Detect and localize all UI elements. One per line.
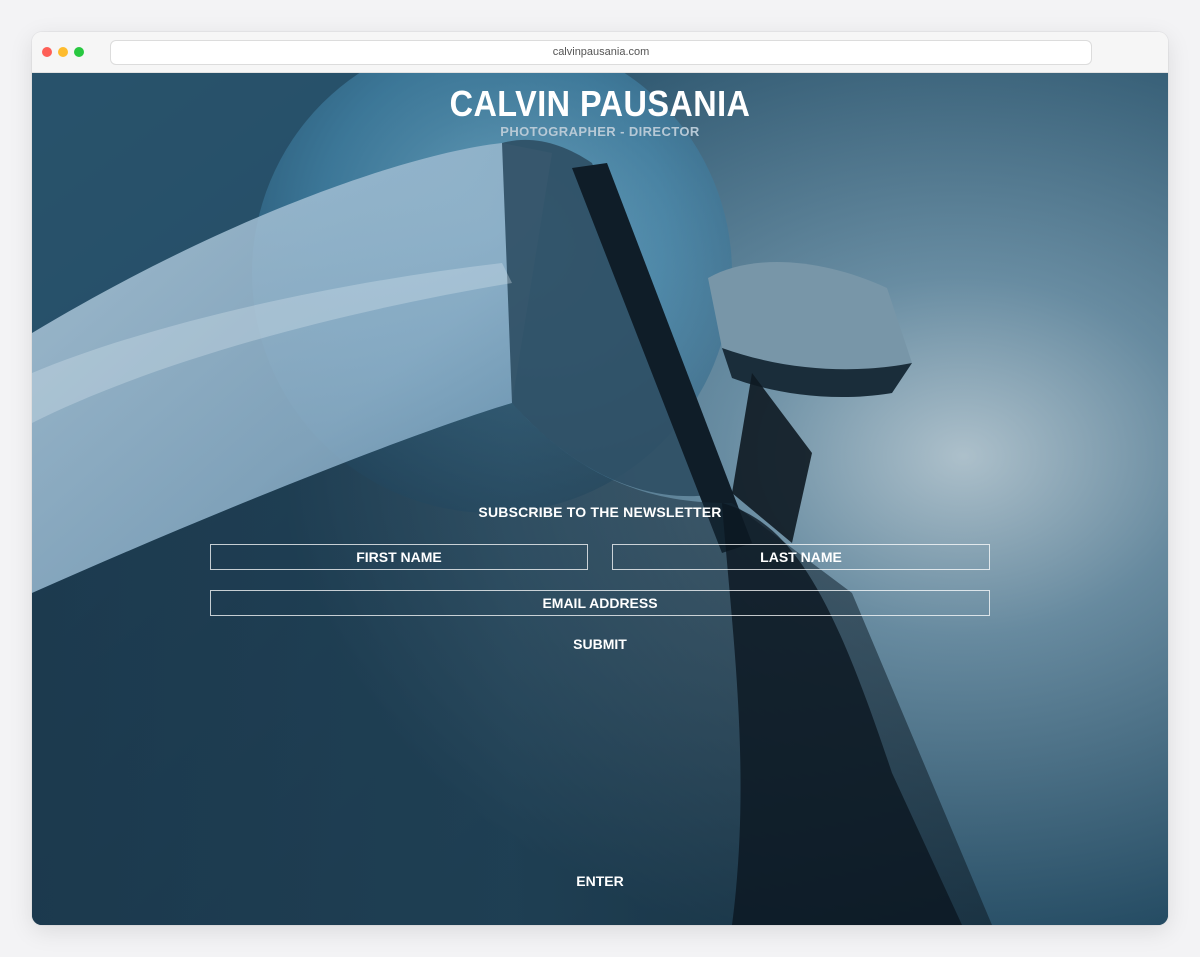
car-background-image	[32, 73, 1168, 925]
newsletter-heading: SUBSCRIBE TO THE NEWSLETTER	[478, 504, 722, 520]
browser-titlebar: calvinpausania.com	[32, 32, 1168, 73]
enter-button[interactable]: ENTER	[550, 870, 650, 892]
email-field[interactable]	[210, 590, 990, 616]
minimize-window-button[interactable]	[58, 47, 68, 57]
last-name-field[interactable]	[612, 544, 990, 570]
submit-button[interactable]: SUBMIT	[550, 633, 650, 655]
close-window-button[interactable]	[42, 47, 52, 57]
page-viewport: CALVIN PAUSANIA PHOTOGRAPHER - DIRECTOR …	[32, 73, 1168, 925]
maximize-window-button[interactable]	[74, 47, 84, 57]
address-bar[interactable]: calvinpausania.com	[110, 40, 1092, 65]
first-name-field[interactable]	[210, 544, 588, 570]
site-subtitle: PHOTOGRAPHER - DIRECTOR	[500, 124, 700, 139]
site-title[interactable]: CALVIN PAUSANIA	[89, 83, 1111, 125]
browser-window: calvinpausania.com CALVIN PAUSANIA PHOTO…	[32, 32, 1168, 925]
